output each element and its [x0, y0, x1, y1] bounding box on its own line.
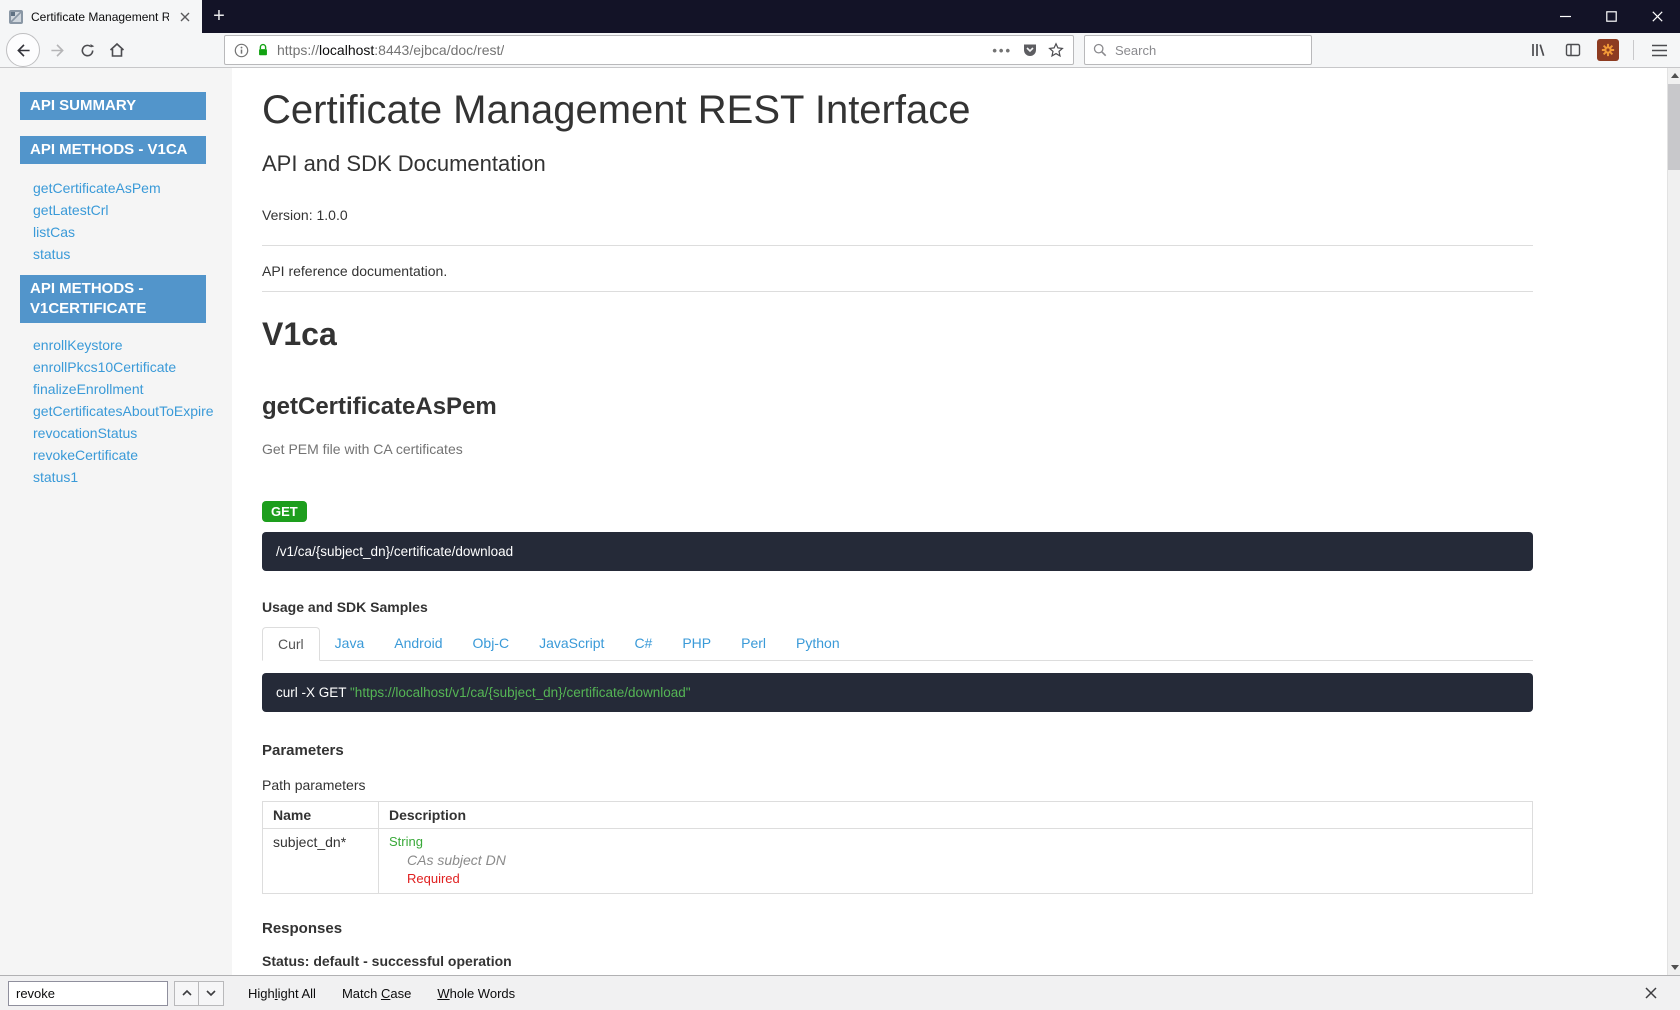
- url-text: https://localhost:8443/ejbca/doc/rest/: [277, 42, 504, 58]
- library-icon[interactable]: [1523, 35, 1553, 65]
- param-description-cell: String CAs subject DN Required: [379, 829, 1533, 894]
- column-header-name: Name: [263, 802, 379, 829]
- bookmark-star-icon[interactable]: [1048, 42, 1064, 58]
- tab-php[interactable]: PHP: [667, 627, 726, 660]
- find-close-icon[interactable]: [1640, 982, 1662, 1004]
- page-viewport: API SUMMARY API METHODS - V1CA getCertif…: [0, 68, 1680, 975]
- reload-button[interactable]: [72, 35, 102, 65]
- tab-javascript[interactable]: JavaScript: [524, 627, 619, 660]
- curl-url-string: "https://localhost/v1/ca/{subject_dn}/ce…: [350, 685, 691, 700]
- page-favicon-icon: [8, 9, 24, 25]
- main-content: Certificate Management REST Interface AP…: [232, 68, 1680, 975]
- responses-title: Responses: [262, 920, 1533, 937]
- method-name: getCertificateAsPem: [262, 393, 1533, 421]
- scroll-down-arrow-icon[interactable]: [1668, 960, 1680, 975]
- tab-java[interactable]: Java: [320, 627, 380, 660]
- sidebar-link-enrollkeystore[interactable]: enrollKeystore: [33, 337, 232, 354]
- extension-icon[interactable]: [1593, 35, 1623, 65]
- tab-title: Certificate Management REST I: [31, 10, 169, 24]
- divider: [262, 291, 1533, 292]
- scrollbar-thumb[interactable]: [1668, 84, 1680, 170]
- search-box[interactable]: [1084, 35, 1312, 65]
- forward-button[interactable]: [42, 35, 72, 65]
- divider: [262, 245, 1533, 246]
- tab-android[interactable]: Android: [379, 627, 457, 660]
- highlight-all-button[interactable]: Highlight All: [246, 982, 318, 1005]
- toolbar-divider: [1633, 40, 1634, 60]
- tab-python[interactable]: Python: [781, 627, 855, 660]
- sdk-sample-tabs: Curl Java Android Obj-C JavaScript C# PH…: [262, 627, 1533, 661]
- menu-hamburger-icon[interactable]: [1644, 35, 1674, 65]
- intro-text: API reference documentation.: [262, 263, 1533, 279]
- gear-icon: [1597, 39, 1619, 61]
- endpoint-path-bar: /v1/ca/{subject_dn}/certificate/download: [262, 532, 1533, 571]
- sidebar-link-status[interactable]: status: [33, 246, 232, 263]
- sidebar-link-getcertificateaspem[interactable]: getCertificateAsPem: [33, 180, 232, 197]
- find-bar: Highlight All Match Case Whole Words: [0, 975, 1680, 1010]
- table-row: subject_dn* String CAs subject DN Requir…: [263, 829, 1533, 894]
- section-title-v1ca: V1ca: [262, 316, 1533, 353]
- padlock-icon[interactable]: [256, 43, 270, 57]
- page-subtitle: API and SDK Documentation: [262, 151, 1533, 177]
- scroll-up-arrow-icon[interactable]: [1668, 68, 1680, 83]
- sidebar-link-enrollpkcs10certificate[interactable]: enrollPkcs10Certificate: [33, 359, 232, 376]
- back-button[interactable]: [6, 33, 40, 67]
- sidebar-link-listcas[interactable]: listCas: [33, 224, 232, 241]
- sidebar-link-status1[interactable]: status1: [33, 469, 232, 486]
- sidebar: API SUMMARY API METHODS - V1CA getCertif…: [0, 68, 232, 975]
- find-input[interactable]: [8, 981, 168, 1006]
- param-desc: CAs subject DN: [407, 852, 1522, 868]
- sidebar-link-revocationstatus[interactable]: revocationStatus: [33, 425, 232, 442]
- tab-close-icon[interactable]: [176, 8, 194, 26]
- search-input[interactable]: [1113, 42, 1303, 59]
- tab-curl[interactable]: Curl: [262, 627, 320, 661]
- browser-window: Certificate Management REST I +: [0, 0, 1680, 1010]
- search-icon: [1093, 43, 1107, 57]
- close-window-button[interactable]: [1634, 0, 1680, 33]
- site-info-icon[interactable]: [234, 43, 249, 58]
- curl-code-block: curl -X GET "https://localhost/v1/ca/{su…: [262, 673, 1533, 712]
- whole-words-button[interactable]: Whole Words: [435, 982, 517, 1005]
- response-status-line: Status: default - successful operation: [262, 953, 1533, 969]
- maximize-button[interactable]: [1588, 0, 1634, 33]
- parameters-title: Parameters: [262, 742, 1533, 759]
- path-parameters-label: Path parameters: [262, 777, 1533, 793]
- window-titlebar: Certificate Management REST I +: [0, 0, 1680, 33]
- minimize-button[interactable]: [1542, 0, 1588, 33]
- sidebar-link-getcertificatesabouttoexpire[interactable]: getCertificatesAboutToExpire: [33, 403, 232, 420]
- sidebar-link-getlatestcrl[interactable]: getLatestCrl: [33, 202, 232, 219]
- sidebar-header-api-summary[interactable]: API SUMMARY: [20, 92, 206, 120]
- nav-toolbar: https://localhost:8443/ejbca/doc/rest/ •…: [0, 33, 1680, 68]
- param-name-cell: subject_dn*: [263, 829, 379, 894]
- param-type: String: [389, 834, 1522, 849]
- window-controls: [1542, 0, 1680, 33]
- sidebar-link-revokecertificate[interactable]: revokeCertificate: [33, 447, 232, 464]
- url-bar[interactable]: https://localhost:8443/ejbca/doc/rest/ •…: [224, 35, 1074, 65]
- sidebar-header-api-methods-v1certificate[interactable]: API METHODS - V1CERTIFICATE: [20, 275, 206, 323]
- param-required-flag: Required: [407, 871, 1522, 886]
- tab-csharp[interactable]: C#: [619, 627, 667, 660]
- find-previous-button[interactable]: [174, 981, 199, 1006]
- tab-objc[interactable]: Obj-C: [458, 627, 525, 660]
- pocket-icon[interactable]: [1022, 42, 1038, 58]
- http-get-badge: GET: [262, 501, 307, 522]
- method-description: Get PEM file with CA certificates: [262, 441, 1533, 457]
- tab-perl[interactable]: Perl: [726, 627, 781, 660]
- parameters-table: Name Description subject_dn* String CAs …: [262, 801, 1533, 894]
- find-next-button[interactable]: [199, 981, 224, 1006]
- sidebar-link-finalizeenrollment[interactable]: finalizeEnrollment: [33, 381, 232, 398]
- version-label: Version: 1.0.0: [262, 207, 1533, 223]
- sidebar-toggle-icon[interactable]: [1558, 35, 1588, 65]
- match-case-button[interactable]: Match Case: [340, 982, 413, 1005]
- column-header-description: Description: [379, 802, 1533, 829]
- home-button[interactable]: [102, 35, 132, 65]
- new-tab-button[interactable]: +: [202, 0, 236, 33]
- page-actions-icon[interactable]: •••: [992, 43, 1012, 58]
- page-title: Certificate Management REST Interface: [262, 88, 1533, 133]
- vertical-scrollbar[interactable]: [1667, 68, 1680, 975]
- samples-title: Usage and SDK Samples: [262, 599, 1533, 615]
- browser-tab[interactable]: Certificate Management REST I: [0, 0, 202, 33]
- sidebar-header-api-methods-v1ca[interactable]: API METHODS - V1CA: [20, 136, 206, 164]
